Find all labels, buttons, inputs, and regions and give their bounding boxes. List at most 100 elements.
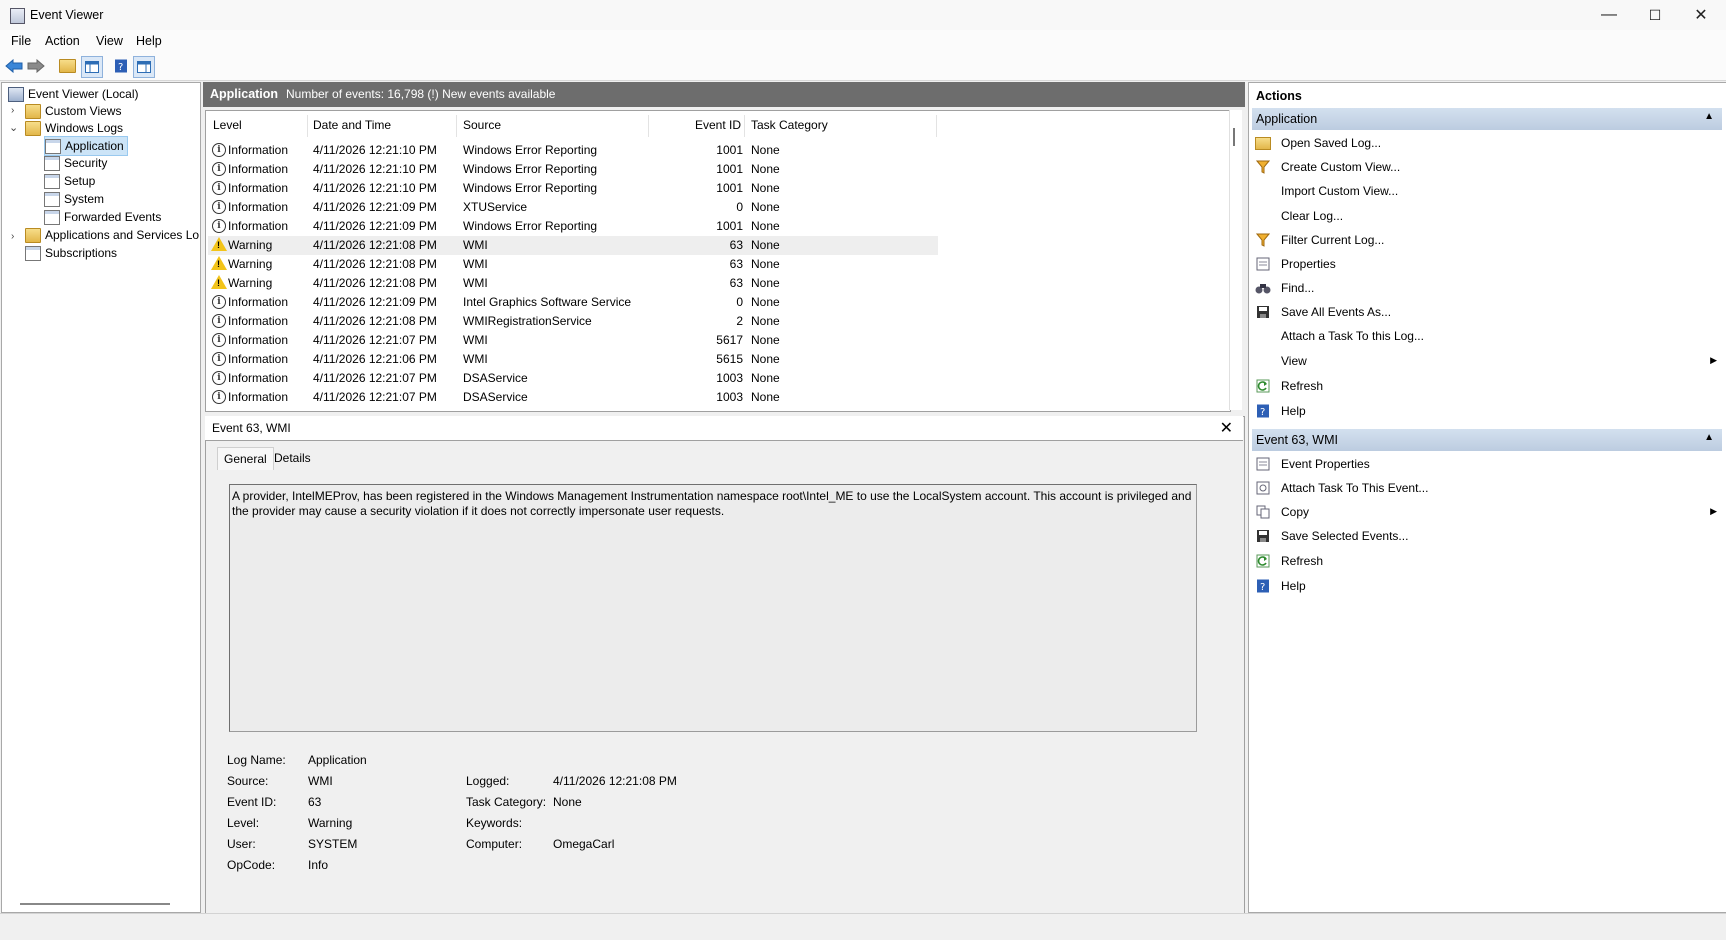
- help-toolbar-button[interactable]: ?: [111, 56, 131, 76]
- close-detail-icon[interactable]: ✕: [1220, 418, 1233, 438]
- table-row[interactable]: i Information 4/11/2026 12:21:07 PM WMI 5617…: [208, 331, 938, 350]
- column-divider[interactable]: [456, 115, 457, 137]
- folder-open-icon: [1255, 135, 1271, 151]
- action-import-custom-view[interactable]: Import Custom View...: [1255, 180, 1721, 202]
- minimize-button[interactable]: —: [1586, 0, 1632, 30]
- menu-file[interactable]: File: [11, 34, 31, 48]
- action-save-all-events-as[interactable]: Save All Events As...: [1255, 301, 1721, 323]
- action-view[interactable]: View ▶: [1255, 350, 1721, 372]
- action-event-properties[interactable]: Event Properties: [1255, 453, 1721, 475]
- cell-date: 4/11/2026 12:21:08 PM: [313, 257, 437, 271]
- table-row[interactable]: i Information 4/11/2026 12:21:10 PM Windows…: [208, 160, 938, 179]
- menu-help[interactable]: Help: [136, 34, 162, 48]
- cell-source: XTUService: [463, 200, 528, 214]
- menu-action[interactable]: Action: [45, 34, 80, 48]
- tree-windows-logs[interactable]: Windows Logs: [25, 119, 123, 137]
- binoculars-icon: [1255, 280, 1271, 296]
- event-list-scrollbar[interactable]: [1229, 110, 1242, 410]
- field-value-event-id[interactable]: 63: [308, 795, 321, 809]
- show-hide-action-pane-button[interactable]: [133, 56, 155, 78]
- field-value-source[interactable]: WMI: [308, 774, 333, 788]
- field-value-task-category[interactable]: None: [553, 795, 582, 809]
- filter-icon: [1255, 232, 1271, 248]
- tree-custom-views[interactable]: Custom Views: [25, 102, 121, 120]
- column-divider[interactable]: [648, 115, 649, 137]
- tree-event-viewer-local[interactable]: Event Viewer (Local): [8, 85, 139, 103]
- tree-log-setup[interactable]: Setup: [44, 172, 95, 190]
- tree-log-application[interactable]: Application: [44, 136, 128, 156]
- collapse-caret-icon[interactable]: ▲: [1704, 432, 1714, 443]
- action-refresh[interactable]: Refresh: [1255, 550, 1721, 572]
- table-row[interactable]: ! Warning 4/11/2026 12:21:08 PM WMI 63 None: [208, 236, 938, 255]
- column-header-event-id[interactable]: Event ID: [695, 118, 741, 132]
- column-header-task-category[interactable]: Task Category: [751, 118, 828, 132]
- collapse-arrow-icon[interactable]: ⌄: [9, 121, 18, 134]
- actions-section-event[interactable]: Event 63, WMI ▲: [1252, 429, 1722, 451]
- action-help[interactable]: ? Help: [1255, 400, 1721, 422]
- table-row[interactable]: ! Warning 4/11/2026 12:21:08 PM WMI 63 None: [208, 274, 938, 293]
- detail-scrollbar[interactable]: [1228, 442, 1242, 900]
- actions-section-application[interactable]: Application ▲: [1252, 108, 1722, 130]
- field-value-opcode[interactable]: Info: [308, 858, 328, 872]
- log-icon: [45, 138, 61, 154]
- action-refresh[interactable]: Refresh: [1255, 375, 1721, 397]
- action-help[interactable]: ? Help: [1255, 575, 1721, 597]
- table-row[interactable]: ! Warning 4/11/2026 12:21:08 PM WMI 63 None: [208, 255, 938, 274]
- tree-horizontal-scrollbar[interactable]: [20, 903, 170, 905]
- collapse-caret-icon[interactable]: ▲: [1704, 111, 1714, 122]
- field-value-log-name[interactable]: Application: [308, 753, 367, 767]
- event-description[interactable]: A provider, IntelMEProv, has been regist…: [229, 484, 1197, 732]
- back-button[interactable]: [4, 56, 24, 76]
- close-button[interactable]: ✕: [1678, 0, 1724, 30]
- table-row[interactable]: i Information 4/11/2026 12:21:08 PM WMIRegi…: [208, 312, 938, 331]
- column-header-level[interactable]: Level: [213, 118, 242, 132]
- show-hide-tree-button[interactable]: [81, 56, 103, 78]
- tab-general[interactable]: General: [217, 447, 274, 470]
- expand-arrow-icon[interactable]: ›: [11, 231, 14, 242]
- action-copy[interactable]: Copy ▶: [1255, 501, 1721, 523]
- action-clear-log[interactable]: Clear Log...: [1255, 205, 1721, 227]
- field-value-user[interactable]: SYSTEM: [308, 837, 357, 851]
- field-value-computer[interactable]: OmegaCarl: [553, 837, 614, 851]
- forward-button[interactable]: [26, 56, 46, 76]
- table-row[interactable]: i Information 4/11/2026 12:21:09 PM Intel G…: [208, 293, 938, 312]
- column-header-date-time[interactable]: Date and Time: [313, 118, 391, 132]
- tree-log-system[interactable]: System: [44, 190, 104, 208]
- column-divider[interactable]: [307, 115, 308, 137]
- tree-log-forwarded-events[interactable]: Forwarded Events: [44, 208, 161, 226]
- action-save-selected-events[interactable]: Save Selected Events...: [1255, 525, 1721, 547]
- table-row[interactable]: i Information 4/11/2026 12:21:06 PM WMI 5615…: [208, 350, 938, 369]
- maximize-button[interactable]: ☐: [1632, 0, 1678, 30]
- blank-icon: [1255, 183, 1271, 199]
- action-attach-a-task-to-this-log[interactable]: Attach a Task To this Log...: [1255, 325, 1721, 347]
- column-divider[interactable]: [936, 115, 937, 137]
- table-row[interactable]: i Information 4/11/2026 12:21:09 PM Windows…: [208, 217, 938, 236]
- table-row[interactable]: i Information 4/11/2026 12:21:07 PM DSAServ…: [208, 388, 938, 407]
- table-row[interactable]: i Information 4/11/2026 12:21:10 PM Windows…: [208, 141, 938, 160]
- column-header-source[interactable]: Source: [463, 118, 501, 132]
- open-folder-button[interactable]: [57, 56, 77, 76]
- action-create-custom-view[interactable]: Create Custom View...: [1255, 156, 1721, 178]
- table-row[interactable]: i Information 4/11/2026 12:21:07 PM DSAServ…: [208, 369, 938, 388]
- menu-view[interactable]: View: [96, 34, 123, 48]
- tree-label: Forwarded Events: [64, 210, 162, 224]
- table-row[interactable]: i Information 4/11/2026 12:21:09 PM XTUServ…: [208, 198, 938, 217]
- help-icon: ?: [1255, 403, 1271, 419]
- tab-details[interactable]: Details: [268, 447, 317, 469]
- action-open-saved-log[interactable]: Open Saved Log...: [1255, 132, 1721, 154]
- action-properties[interactable]: Properties: [1255, 253, 1721, 275]
- tree-subscriptions[interactable]: Subscriptions: [25, 244, 117, 262]
- field-value-logged[interactable]: 4/11/2026 12:21:08 PM: [553, 774, 677, 788]
- action-filter-current-log[interactable]: Filter Current Log...: [1255, 229, 1721, 251]
- column-divider[interactable]: [744, 115, 745, 137]
- tree-log-security[interactable]: Security: [44, 154, 107, 172]
- scrollbar-thumb[interactable]: [1233, 128, 1235, 146]
- tree-label: System: [64, 192, 105, 206]
- action-attach-task-to-this-event[interactable]: Attach Task To This Event...: [1255, 477, 1721, 499]
- action-find[interactable]: Find...: [1255, 277, 1721, 299]
- tree-applications-services-logs[interactable]: Applications and Services Lo: [25, 226, 199, 244]
- table-row[interactable]: i Information 4/11/2026 12:21:10 PM Windows…: [208, 179, 938, 198]
- field-value-level[interactable]: Warning: [308, 816, 352, 830]
- title-bar: Event Viewer — ☐ ✕: [0, 0, 1726, 30]
- expand-arrow-icon[interactable]: ›: [11, 105, 14, 116]
